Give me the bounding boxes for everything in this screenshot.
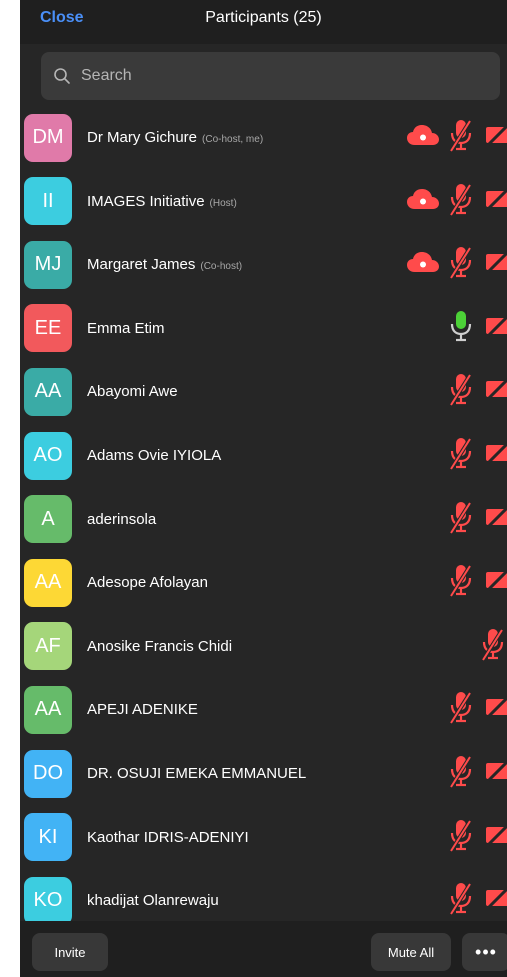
video-off-icon[interactable] xyxy=(486,887,507,914)
participant-row[interactable]: DM Dr Mary Gichure (Co-host, me) xyxy=(20,106,507,169)
video-off-icon[interactable] xyxy=(486,505,507,533)
participant-list[interactable]: DM Dr Mary Gichure (Co-host, me) II IMAGES I… xyxy=(20,106,507,921)
participant-role: (Co-host) xyxy=(200,261,243,273)
participant-row[interactable]: AF Anosike Francis Chidi xyxy=(20,615,507,678)
participant-name: APEJI ADENIKE xyxy=(87,701,198,719)
mic-muted-icon[interactable] xyxy=(448,182,474,221)
participant-name: Adams Ovie IYIOLA xyxy=(87,447,222,464)
participant-row[interactable]: DO DR. OSUJI EMEKA EMMANUEL xyxy=(20,742,507,805)
participant-row[interactable]: AA Abayomi Awe xyxy=(20,360,507,423)
cloud-record-icon xyxy=(406,251,440,278)
mic-muted-icon[interactable] xyxy=(448,754,474,793)
avatar: II xyxy=(24,177,72,226)
avatar: AO xyxy=(24,431,72,480)
search-box[interactable] xyxy=(41,52,500,100)
participant-row[interactable]: AO Adams Ovie IYIOLA xyxy=(20,424,507,487)
avatar: DM xyxy=(24,113,72,162)
mic-muted-icon[interactable] xyxy=(448,563,474,602)
search-icon xyxy=(54,68,70,84)
participant-name: Anosike Francis Chidi xyxy=(87,637,233,655)
avatar: KI xyxy=(24,813,72,862)
participant-row[interactable]: MJ Margaret James (Co-host) xyxy=(20,233,507,296)
mic-muted-icon[interactable] xyxy=(448,118,474,157)
participant-row[interactable]: Aaderinsola xyxy=(20,488,507,551)
participant-row[interactable]: KI Kaothar IDRIS-ADENIYI xyxy=(20,806,507,869)
avatar: DO xyxy=(24,749,72,798)
participant-name: Dr Mary Gichure (Co-host, me) xyxy=(87,129,264,146)
participant-name: IMAGES Initiative (Host) xyxy=(87,192,237,210)
participant-name: Emma Etim xyxy=(87,319,165,337)
search-input[interactable] xyxy=(79,66,463,86)
avatar: AA xyxy=(24,685,72,734)
video-off-icon[interactable] xyxy=(486,441,507,469)
participant-row[interactable]: II IMAGES Initiative (Host) xyxy=(20,170,507,233)
mic-muted-icon[interactable] xyxy=(448,245,474,284)
participant-row[interactable]: AA Adesope Afolayan xyxy=(20,551,507,614)
participant-name: Kaothar IDRIS-ADENIYI xyxy=(87,828,249,846)
mic-muted-icon[interactable] xyxy=(448,500,474,539)
video-off-icon[interactable] xyxy=(486,696,507,723)
participant-name: DR. OSUJI EMEKA EMMANUEL xyxy=(87,765,307,782)
panel-title: Participants (25) xyxy=(205,9,322,26)
video-off-icon[interactable] xyxy=(486,314,507,342)
mic-muted-icon[interactable] xyxy=(448,436,474,475)
participant-row[interactable]: EE Emma Etim xyxy=(20,297,507,360)
participant-row[interactable]: KO khadijat Olanrewaju xyxy=(20,869,507,921)
footer-bar: Invite Mute All ••• xyxy=(20,921,507,977)
video-off-icon[interactable] xyxy=(486,569,507,596)
avatar: KO xyxy=(24,876,72,921)
mic-muted-icon[interactable] xyxy=(480,627,506,666)
video-off-icon[interactable] xyxy=(486,187,507,215)
participant-row[interactable]: AA APEJI ADENIKE xyxy=(20,678,507,741)
participant-name: Abayomi Awe xyxy=(87,383,178,401)
mic-muted-icon[interactable] xyxy=(448,690,474,729)
participants-panel: Close Participants (25) DM Dr Mary Gichur… xyxy=(20,0,507,977)
avatar: EE xyxy=(24,304,72,353)
mic-muted-icon[interactable] xyxy=(448,372,474,411)
participant-name: aderinsola xyxy=(87,510,157,528)
mic-on-icon[interactable] xyxy=(448,309,474,348)
avatar: AA xyxy=(24,558,72,607)
video-off-icon[interactable] xyxy=(486,123,507,151)
participant-name: Margaret James (Co-host) xyxy=(87,256,243,274)
cloud-record-icon xyxy=(406,188,440,215)
avatar: A xyxy=(24,495,72,544)
participant-name: Adesope Afolayan xyxy=(87,574,208,592)
invite-button[interactable]: Invite xyxy=(32,933,108,971)
cloud-record-icon xyxy=(406,124,440,151)
mic-muted-icon[interactable] xyxy=(448,881,474,920)
mic-muted-icon[interactable] xyxy=(448,818,474,857)
participant-role: (Co-host, me) xyxy=(202,134,264,145)
more-options-button[interactable]: ••• xyxy=(462,933,507,971)
mute-all-button[interactable]: Mute All xyxy=(371,933,451,971)
avatar: AA xyxy=(24,367,72,416)
video-off-icon[interactable] xyxy=(486,823,507,851)
participant-name: khadijat Olanrewaju xyxy=(87,892,219,910)
header-bar: Close Participants (25) xyxy=(20,0,507,44)
avatar: MJ xyxy=(24,240,72,289)
video-off-icon[interactable] xyxy=(486,378,507,405)
video-off-icon[interactable] xyxy=(486,251,507,278)
participant-role: (Host) xyxy=(209,197,237,209)
video-off-icon[interactable] xyxy=(486,759,507,787)
avatar: AF xyxy=(24,622,72,671)
